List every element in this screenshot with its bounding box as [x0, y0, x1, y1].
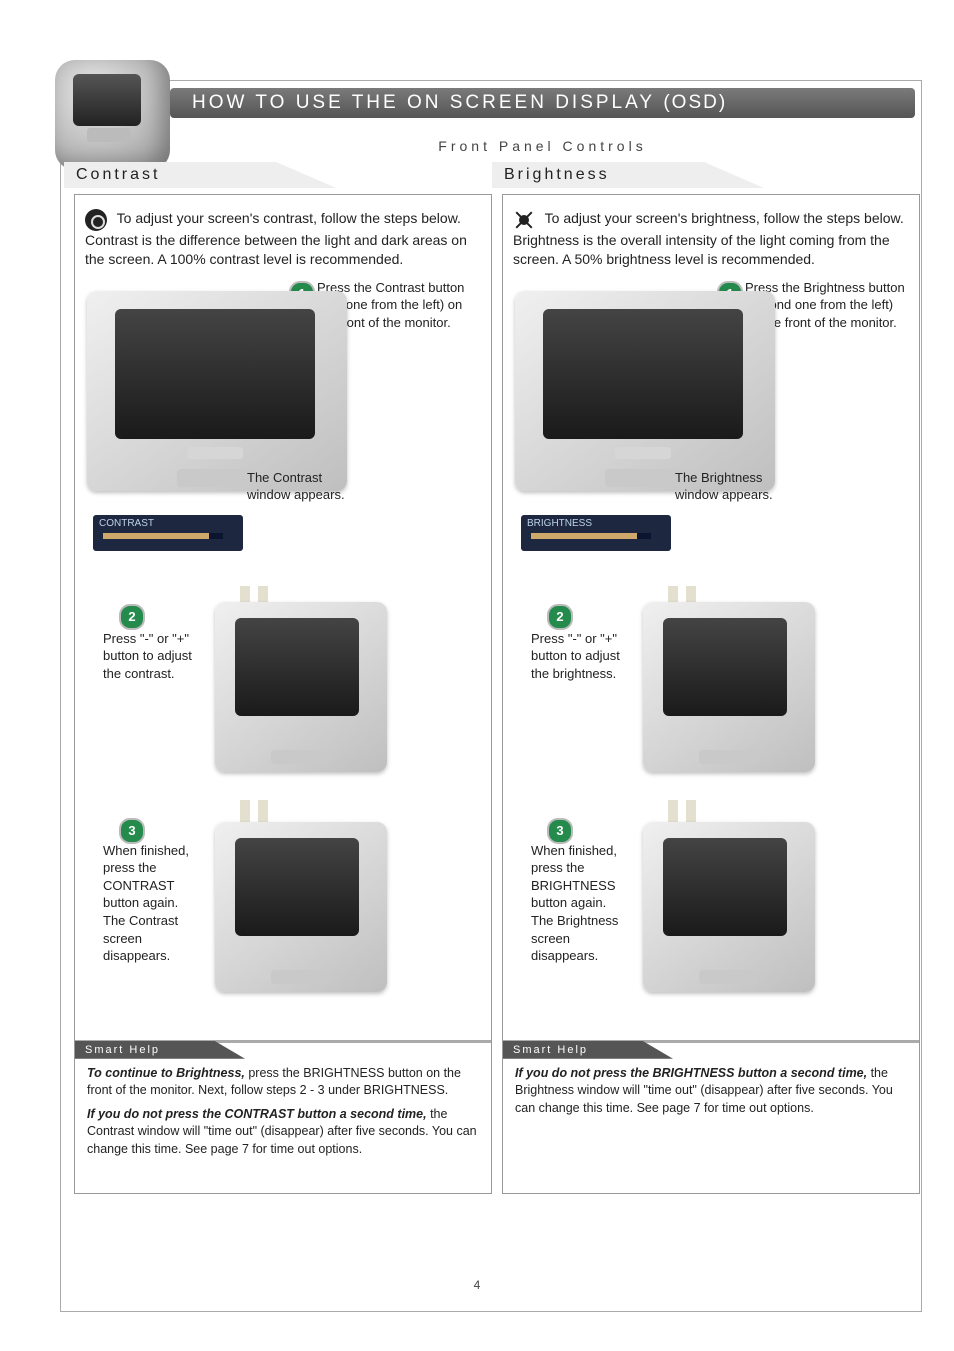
smart-help-tab: Smart Help — [503, 1041, 673, 1059]
monitor-illustration — [515, 291, 775, 491]
brightness-osd-window: BRIGHTNESS — [521, 515, 671, 551]
brightness-step-2: 2 Press "-" or "+" button to adjust the … — [513, 602, 909, 802]
contrast-column: Contrast To adjust your screen's contras… — [74, 194, 492, 1194]
brightness-step-3: 3 When finished, press the BRIGHTNESS bu… — [513, 816, 909, 1026]
brightness-window-caption: The Brightness window appears. — [675, 469, 795, 504]
contrast-osd-window: CONTRAST — [93, 515, 243, 551]
contrast-step-2: 2 Press "-" or "+" button to adjust the … — [85, 602, 481, 802]
brightness-step-1: 1 Press the Brightness button (second on… — [513, 283, 909, 588]
osd-label: CONTRAST — [99, 518, 154, 529]
contrast-step-1: 1 Press the Contrast button (first one f… — [85, 283, 481, 588]
page-title-bar: How to Use the On Screen Display (OSD) — [170, 88, 915, 118]
page-title-osd: (OSD) — [663, 92, 727, 114]
smart-help-tab: Smart Help — [75, 1041, 245, 1059]
brightness-step2-text: Press "-" or "+" button to adjust the br… — [531, 630, 625, 683]
brightness-column: Brightness To adjust your screen's brigh… — [502, 194, 920, 1194]
contrast-step2-text: Press "-" or "+" button to adjust the co… — [103, 630, 193, 683]
page-number: 4 — [0, 1278, 954, 1292]
step-badge-3: 3 — [119, 818, 145, 844]
contrast-help-2: If you do not press the CONTRAST button … — [87, 1106, 479, 1159]
contrast-step-3: 3 When finished, press the CONTRAST butt… — [85, 816, 481, 1026]
contrast-intro: To adjust your screen's contrast, follow… — [85, 209, 481, 269]
accent-bars — [240, 586, 268, 598]
step-badge-2: 2 — [547, 604, 573, 630]
accent-bars — [668, 800, 696, 812]
page-subtitle: Front Panel Controls — [170, 138, 915, 154]
step-badge-2: 2 — [119, 604, 145, 630]
brightness-intro: To adjust your screen's brightness, foll… — [513, 209, 909, 269]
step-badge-3: 3 — [547, 818, 573, 844]
brightness-help: If you do not press the BRIGHTNESS butto… — [515, 1065, 907, 1118]
contrast-help-1: To continue to Brightness, press the BRI… — [87, 1065, 479, 1100]
accent-bars — [240, 800, 268, 812]
contrast-step3-text: When finished, press the CONTRAST button… — [103, 842, 195, 965]
page-title: How to Use the On Screen Display — [192, 92, 655, 114]
monitor-illustration — [643, 602, 815, 772]
brightness-step3-text: When finished, press the BRIGHTNESS butt… — [531, 842, 627, 965]
monitor-illustration — [643, 822, 815, 992]
monitor-corner-icon — [55, 60, 170, 170]
brightness-icon — [513, 209, 535, 231]
monitor-illustration — [215, 822, 387, 992]
osd-label: BRIGHTNESS — [527, 518, 592, 529]
monitor-illustration — [215, 602, 387, 772]
contrast-icon — [85, 209, 107, 231]
accent-bars — [668, 586, 696, 598]
monitor-illustration — [87, 291, 347, 491]
contrast-window-caption: The Contrast window appears. — [247, 469, 357, 504]
